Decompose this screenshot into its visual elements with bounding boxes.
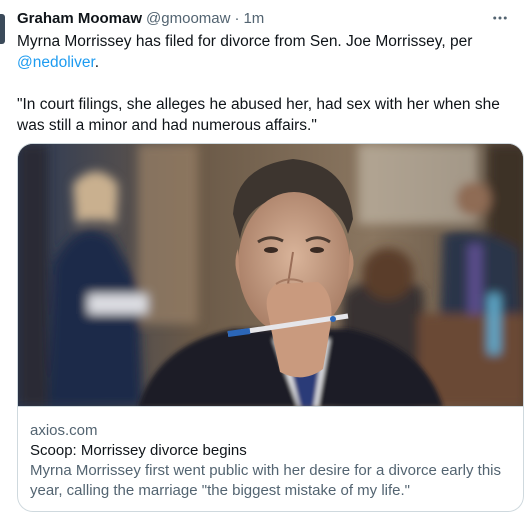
tweet-text-line: Myrna Morrissey has filed for divorce fr… [17,33,473,50]
timestamp[interactable]: 1m [243,10,264,27]
link-card[interactable]: axios.com Scoop: Morrissey divorce begin… [17,143,524,512]
mention-suffix: . [94,54,100,71]
tweet-text: Myrna Morrissey has filed for divorce fr… [17,31,507,136]
tweet-quote: "In court filings, she alleges he abused… [17,96,500,134]
author-handle[interactable]: @gmoomaw [146,10,230,27]
card-domain: axios.com [30,422,98,439]
mention-link[interactable]: @nedoliver [17,54,95,71]
tweet-header: Graham Moomaw @gmoomaw · 1m [17,8,524,28]
separator-dot: · [234,9,240,27]
card-title: Scoop: Morrissey divorce begins [30,442,247,459]
card-info[interactable]: axios.com Scoop: Morrissey divorce begin… [18,407,523,501]
author-name[interactable]: Graham Moomaw [17,10,142,27]
more-options-icon[interactable] [488,6,512,30]
avatar[interactable] [0,14,5,44]
card-description: Myrna Morrissey first went public with h… [30,462,501,499]
tweet: Graham Moomaw @gmoomaw · 1m Myrna Morris… [17,8,524,136]
card-image[interactable] [18,144,523,407]
